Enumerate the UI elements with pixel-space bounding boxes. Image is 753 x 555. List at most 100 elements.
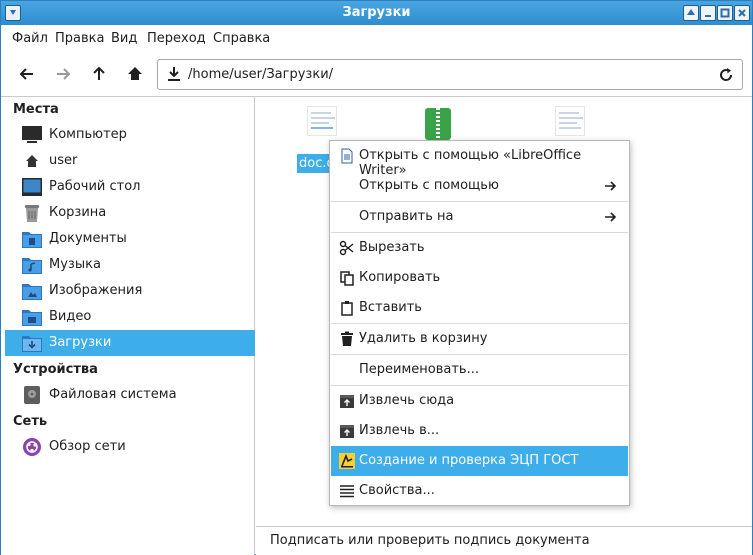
arrow-right-icon [605, 181, 617, 191]
folder-downloads-icon [22, 336, 42, 352]
menubar: Файл Правка Вид Переход Справка [1, 25, 752, 51]
folder-music-icon [22, 258, 42, 274]
menu-item-label: Вставить [359, 300, 422, 315]
menu-item-copy[interactable]: Копировать [331, 263, 628, 293]
document-thumbnail-icon[interactable] [307, 106, 337, 136]
menu-item-rename[interactable]: Переименовать... [331, 355, 628, 385]
context-menu: Открыть с помощью «LibreOffice Writer» О… [329, 140, 630, 506]
trash-icon [25, 205, 39, 222]
sidebar-item-computer[interactable]: Компьютер [5, 122, 255, 148]
minimize-button[interactable] [700, 5, 716, 21]
copy-icon [340, 271, 354, 286]
arrow-right-icon [57, 68, 71, 80]
folder-pictures-icon [22, 284, 42, 300]
menu-item-properties[interactable]: Свойства... [331, 476, 628, 506]
sidebar-item-label: Корзина [49, 205, 107, 220]
menu-go[interactable]: Переход [147, 31, 206, 46]
sidebar-item-label: Документы [49, 231, 127, 246]
home-icon [26, 155, 38, 167]
menu-item-gost-signature[interactable]: Создание и проверка ЭЦП ГОСТ [331, 446, 628, 476]
titlebar[interactable]: Загрузки [1, 1, 752, 25]
menu-item-label: Удалить в корзину [359, 331, 488, 346]
forward-button[interactable] [52, 63, 74, 85]
sidebar-item-label: Музыка [49, 257, 101, 272]
sidebar-item-label: Видео [49, 309, 92, 324]
keep-above-button[interactable] [683, 5, 699, 21]
statusbar: Подписать или проверить подпись документ… [256, 526, 752, 555]
menu-item-extract-to[interactable]: Извлечь в... [331, 416, 628, 446]
menu-item-extract-here[interactable]: Извлечь сюда [331, 386, 628, 416]
sidebar-item-label: user [49, 153, 78, 168]
sidebar-item-network-browse[interactable]: Обзор сети [5, 434, 255, 460]
document-icon [341, 148, 353, 164]
section-places: Места [13, 102, 59, 117]
menu-item-label: Переименовать... [359, 362, 479, 377]
sidebar-item-video[interactable]: Видео [5, 304, 255, 330]
menu-item-label: Извлечь сюда [359, 393, 455, 408]
sidebar-item-user[interactable]: user [5, 148, 255, 174]
sidebar-item-label: Рабочий стол [49, 179, 141, 194]
menu-item-send-to[interactable]: Отправить на [331, 202, 628, 232]
reload-icon[interactable] [717, 66, 735, 84]
folder-documents-icon [22, 232, 42, 248]
arrow-right-icon [605, 212, 617, 222]
toolbar: /home/user/Загрузки/ [1, 51, 752, 97]
home-icon [128, 67, 142, 80]
back-button[interactable] [16, 63, 38, 85]
sidebar-item-trash[interactable]: Корзина [5, 200, 255, 226]
sidebar-item-documents[interactable]: Документы [5, 226, 255, 252]
sidebar-item-label: Изображения [49, 283, 143, 298]
menu-help[interactable]: Справка [213, 31, 270, 46]
sidebar: Места Компьютер user Рабочий стол Корзин… [1, 97, 255, 555]
menu-item-label: Копировать [359, 270, 441, 285]
archive-file-icon[interactable] [425, 108, 451, 140]
menu-item-open-with-writer[interactable]: Открыть с помощью «LibreOffice Writer» [331, 141, 628, 178]
drive-icon [24, 386, 40, 404]
menu-file[interactable]: Файл [12, 31, 48, 46]
sidebar-item-filesystem[interactable]: Файловая система [5, 382, 255, 408]
home-button[interactable] [124, 63, 146, 85]
trash-icon [341, 331, 353, 346]
desktop-icon [22, 178, 42, 196]
maximize-button[interactable] [717, 5, 733, 21]
document-thumbnail-icon[interactable] [555, 106, 585, 136]
paste-icon [341, 301, 353, 316]
sidebar-item-label: Файловая система [49, 387, 177, 402]
extract-icon [340, 395, 354, 408]
folder-video-icon [22, 310, 42, 326]
network-icon [23, 438, 41, 456]
section-network: Сеть [13, 414, 48, 429]
monitor-icon [22, 126, 42, 143]
address-bar[interactable]: /home/user/Загрузки/ [157, 59, 743, 90]
close-button[interactable] [734, 5, 750, 21]
download-icon [168, 67, 180, 81]
sidebar-item-desktop[interactable]: Рабочий стол [5, 174, 255, 200]
scissors-icon [339, 240, 354, 256]
arrow-left-icon [19, 68, 33, 80]
sidebar-item-label: Обзор сети [49, 439, 126, 454]
address-path[interactable]: /home/user/Загрузки/ [188, 67, 333, 82]
sidebar-item-downloads[interactable]: Загрузки [5, 330, 255, 356]
sidebar-item-label: Компьютер [49, 127, 127, 142]
extract-icon [340, 425, 354, 438]
menu-item-open-with[interactable]: Открыть с помощью [331, 171, 628, 201]
window-title: Загрузки [342, 5, 411, 20]
sidebar-item-label: Загрузки [49, 335, 112, 350]
properties-icon [340, 485, 354, 498]
menu-item-label: Свойства... [359, 483, 435, 498]
signature-icon [339, 453, 355, 469]
menu-item-paste[interactable]: Вставить [331, 293, 628, 323]
menu-item-cut[interactable]: Вырезать [331, 233, 628, 263]
sidebar-item-music[interactable]: Музыка [5, 252, 255, 278]
menu-item-label: Создание и проверка ЭЦП ГОСТ [359, 453, 579, 468]
menu-item-label: Вырезать [359, 240, 425, 255]
menu-item-move-to-trash[interactable]: Удалить в корзину [331, 324, 628, 354]
up-button[interactable] [88, 63, 110, 85]
sidebar-item-pictures[interactable]: Изображения [5, 278, 255, 304]
menu-item-label: Отправить на [359, 209, 454, 224]
menu-edit[interactable]: Правка [55, 31, 104, 46]
menu-item-label: Открыть с помощью [359, 178, 499, 193]
menu-view[interactable]: Вид [111, 31, 137, 46]
menu-item-label: Извлечь в... [359, 423, 440, 438]
section-devices: Устройства [13, 362, 98, 377]
